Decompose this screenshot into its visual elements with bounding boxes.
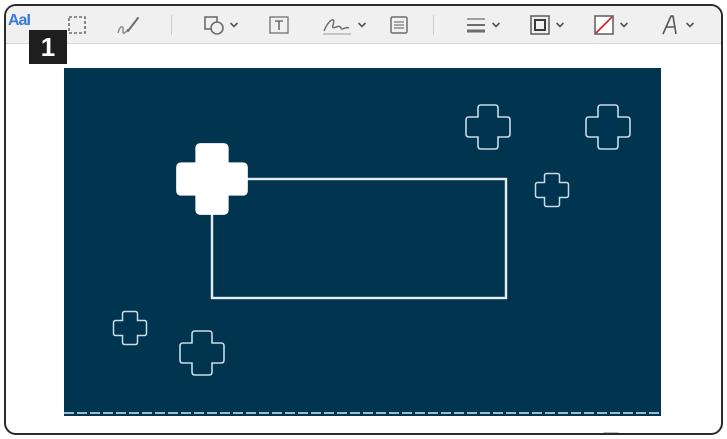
shapes-tool-button[interactable] (202, 11, 239, 39)
chevron-down-icon (229, 22, 239, 28)
pen-icon (117, 17, 139, 34)
toolbar-separator (433, 15, 434, 35)
border-color-icon (530, 15, 550, 35)
chevron-down-icon (685, 22, 695, 28)
note-tool-button[interactable] (388, 11, 410, 39)
chevron-down-icon (555, 22, 565, 28)
fill-color-tool-button[interactable] (592, 11, 629, 39)
text-style-label[interactable]: AaI (8, 12, 31, 30)
dashed-rect-icon (68, 16, 86, 34)
selection-tool-button[interactable] (66, 11, 88, 39)
toolbar-separator (171, 15, 172, 35)
step-number-badge: 1 (29, 30, 67, 64)
note-icon (390, 16, 408, 34)
font-icon (662, 15, 677, 35)
border-color-tool-button[interactable] (528, 11, 565, 39)
chevron-down-icon (357, 22, 367, 28)
fill-color-icon (594, 15, 614, 35)
signature-icon (323, 19, 351, 35)
slide-artwork (64, 68, 661, 416)
sign-tool-button[interactable] (320, 11, 367, 39)
markup-toolbar: AaI (6, 6, 721, 44)
sketch-tool-button[interactable] (114, 11, 142, 39)
artwork-background (64, 68, 661, 416)
text-box-icon (269, 16, 289, 34)
shapes-icon (204, 16, 224, 35)
preview-window: AaI 1 (4, 4, 723, 435)
chevron-down-icon (619, 22, 629, 28)
scroll-handle[interactable] (602, 432, 620, 433)
chevron-down-icon (491, 22, 501, 28)
lines-icon (467, 18, 485, 33)
shape-style-tool-button[interactable] (464, 11, 501, 39)
text-style-tool-button[interactable] (658, 11, 695, 39)
text-box-tool-button[interactable] (267, 11, 291, 39)
